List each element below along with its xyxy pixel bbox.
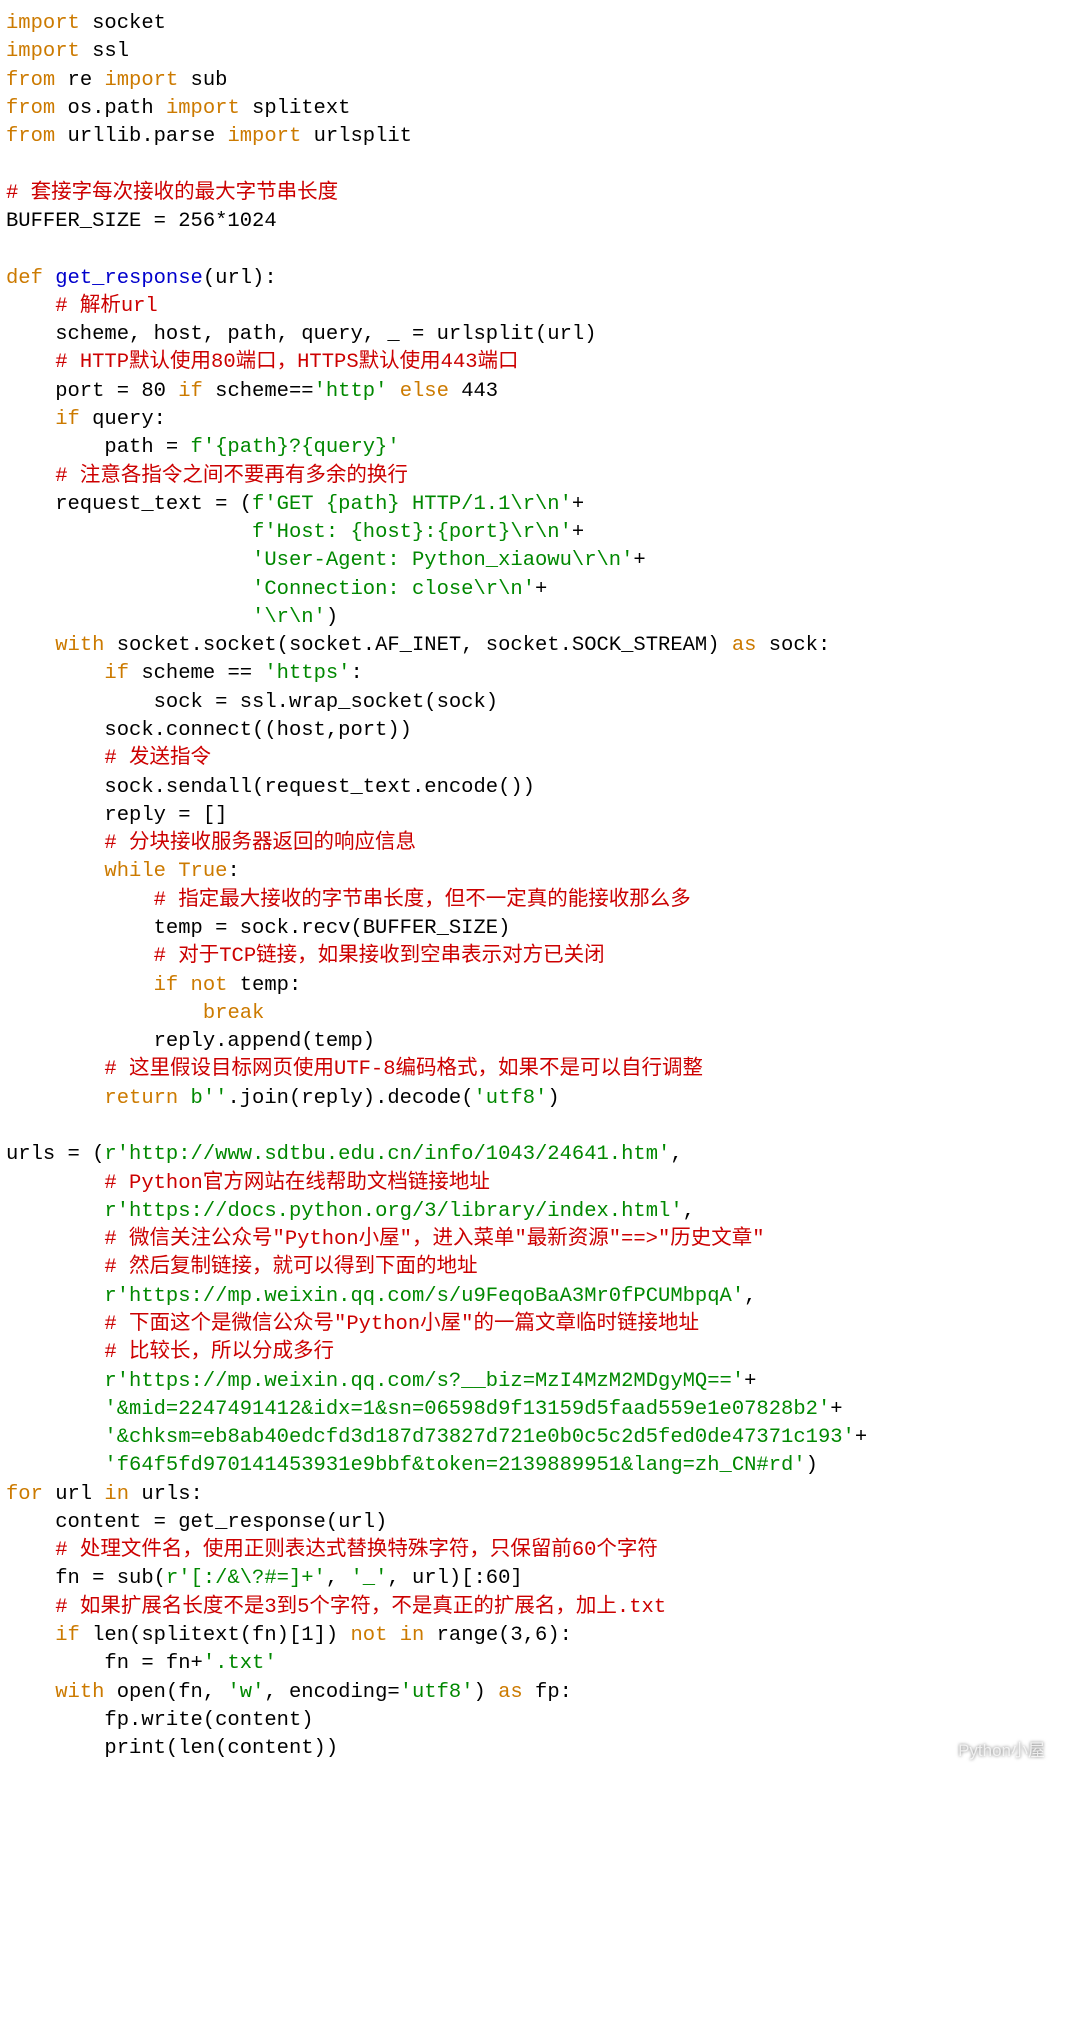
python-source-code: import socket import ssl from re import … bbox=[0, 0, 1065, 1773]
